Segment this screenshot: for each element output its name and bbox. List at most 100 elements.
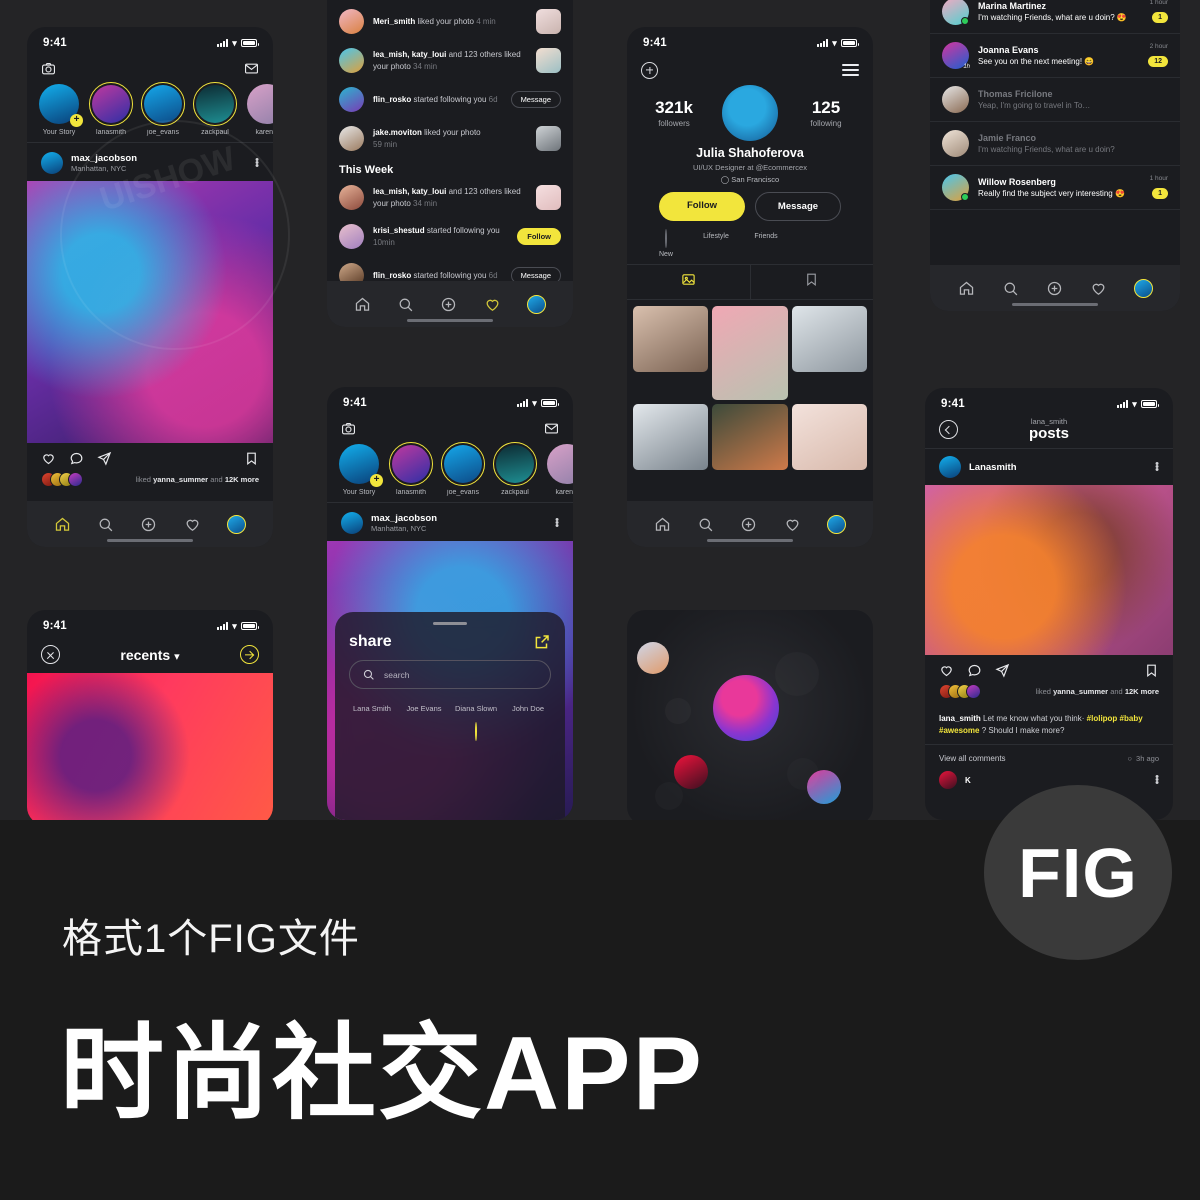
share-person[interactable] <box>401 723 447 741</box>
story-item[interactable]: joe_evans <box>441 442 485 496</box>
follow-button[interactable]: Follow <box>659 192 745 221</box>
highlight-item[interactable]: Lifestyle <box>697 230 735 258</box>
tab-saved[interactable] <box>749 265 874 299</box>
notification-item[interactable]: flin_rosko started following you 6d Mess… <box>327 80 573 119</box>
nav-profile-avatar[interactable] <box>226 514 246 534</box>
post-actions[interactable] <box>925 655 1173 682</box>
more-options-icon[interactable]: • • • <box>1155 458 1159 475</box>
recents-title[interactable]: recents ▾ <box>120 647 179 663</box>
story-item[interactable]: + Your Story <box>337 442 383 496</box>
envelope-icon[interactable] <box>544 421 559 436</box>
nav-home-icon[interactable] <box>354 296 371 313</box>
post-thumbnail[interactable] <box>536 185 561 210</box>
nav-search-icon[interactable] <box>397 296 414 313</box>
post-author-row[interactable]: max_jacobson Manhattan, NYC • • • <box>27 145 273 181</box>
share-person[interactable] <box>505 723 551 741</box>
message-item[interactable]: Thomas Fricilone Yeap, I'm going to trav… <box>930 78 1180 122</box>
bottom-nav[interactable] <box>27 501 273 547</box>
story-item[interactable]: karenni <box>545 442 573 496</box>
nav-profile-avatar[interactable] <box>826 514 846 534</box>
grid-photo[interactable] <box>633 306 709 372</box>
story-item[interactable]: zackpaul <box>493 442 537 496</box>
photo-grid[interactable] <box>627 300 873 476</box>
nav-heart-icon[interactable] <box>184 516 201 533</box>
following-stat[interactable]: 125 following <box>798 98 854 128</box>
share-people-grid[interactable]: Lana Smith Joe Evans Diana Slown John Do… <box>349 700 551 741</box>
camera-icon[interactable] <box>41 61 56 76</box>
share-person[interactable] <box>349 723 395 741</box>
share-icon[interactable] <box>995 663 1010 678</box>
close-icon[interactable] <box>41 645 60 664</box>
followers-stat[interactable]: 321k followers <box>646 98 702 128</box>
notification-item[interactable]: Meri_smith liked your photo 4 min <box>327 2 573 41</box>
grid-photo[interactable] <box>712 306 788 400</box>
envelope-icon[interactable] <box>244 61 259 76</box>
add-story-icon[interactable]: + <box>370 474 383 487</box>
nav-plus-icon[interactable] <box>1046 280 1063 297</box>
message-item[interactable]: Marina Martinez I'm watching Friends, wh… <box>930 0 1180 34</box>
external-link-icon[interactable] <box>533 633 551 651</box>
story-item[interactable]: lanasmith <box>89 82 133 136</box>
more-options-icon[interactable]: • • • <box>555 514 559 531</box>
nav-home-icon[interactable] <box>958 280 975 297</box>
highlight-item[interactable]: Friends <box>747 230 785 258</box>
more-options-icon[interactable]: • • • <box>1155 771 1159 788</box>
nav-heart-icon[interactable] <box>484 296 501 313</box>
view-all-comments[interactable]: View all comments <box>939 754 1006 763</box>
story-highlights[interactable]: New Lifestyle Friends <box>627 221 873 264</box>
nav-search-icon[interactable] <box>697 516 714 533</box>
story-item[interactable]: karenni <box>245 82 273 136</box>
grid-photo[interactable] <box>791 306 867 372</box>
message-item[interactable]: Willow Rosenberg Really find the subject… <box>930 166 1180 210</box>
arrow-right-icon[interactable] <box>239 645 259 664</box>
nav-home-icon[interactable] <box>654 516 671 533</box>
new-highlight-icon[interactable] <box>665 229 667 248</box>
story-item[interactable]: zackpaul <box>193 82 237 136</box>
more-options-icon[interactable]: • • • <box>255 154 259 171</box>
nav-search-icon[interactable] <box>97 516 114 533</box>
message-item[interactable]: Jamie Franco I'm watching Friends, what … <box>930 122 1180 166</box>
sheet-grabber[interactable] <box>433 622 467 625</box>
bubble-avatar[interactable] <box>674 755 708 789</box>
post-thumbnail[interactable] <box>536 126 561 151</box>
message-item[interactable]: 1h Joanna Evans See you on the next meet… <box>930 34 1180 78</box>
comment-icon[interactable] <box>69 451 84 466</box>
grid-photo[interactable] <box>791 404 867 470</box>
notification-item[interactable]: krisi_shestud started following you 10mi… <box>327 217 573 256</box>
stories-row[interactable]: + Your Story lanasmith joe_evans zackpau… <box>327 440 573 500</box>
notification-item[interactable]: lea_mish, katy_loui and 123 others liked… <box>327 41 573 80</box>
bottom-nav[interactable] <box>327 281 573 327</box>
comment-icon[interactable] <box>967 663 982 678</box>
notification-item[interactable]: jake.moviton liked your photo 59 min <box>327 119 573 158</box>
post-thumbnail[interactable] <box>536 48 561 73</box>
bookmark-icon[interactable] <box>244 451 259 466</box>
view-comments-row[interactable]: View all comments ○ 3h ago <box>925 744 1173 763</box>
highlight-item[interactable]: New <box>647 229 685 258</box>
bubble-avatar-main[interactable] <box>713 675 779 741</box>
post-author-row[interactable]: max_jacobson Manhattan, NYC • • • <box>327 505 573 541</box>
share-person[interactable]: Lana Smith <box>349 700 395 713</box>
add-story-icon[interactable]: + <box>70 114 83 127</box>
post-actions[interactable] <box>27 443 273 470</box>
nav-heart-icon[interactable] <box>1090 280 1107 297</box>
message-button[interactable]: Message <box>510 91 561 108</box>
comment-row[interactable]: K • • • <box>925 763 1173 789</box>
like-icon[interactable] <box>41 451 56 466</box>
profile-actions[interactable]: Follow Message <box>627 192 873 221</box>
tab-grid[interactable] <box>627 265 750 299</box>
stories-row[interactable]: + Your Story lanasmith joe_evans zackpau… <box>27 80 273 140</box>
camera-icon[interactable] <box>341 421 356 436</box>
nav-profile-avatar[interactable] <box>526 294 546 314</box>
post-author-row[interactable]: Lanasmith • • • <box>925 448 1173 485</box>
nav-plus-icon[interactable] <box>740 516 757 533</box>
search-input[interactable]: search <box>349 660 551 689</box>
like-icon[interactable] <box>939 663 954 678</box>
nav-plus-icon[interactable] <box>140 516 157 533</box>
nav-profile-avatar[interactable] <box>1133 278 1153 298</box>
nav-heart-icon[interactable] <box>784 516 801 533</box>
recents-photo[interactable] <box>27 673 273 823</box>
post-thumbnail[interactable] <box>536 9 561 34</box>
share-person[interactable] <box>453 722 499 741</box>
profile-tabs[interactable] <box>627 264 873 300</box>
bookmark-icon[interactable] <box>1144 663 1159 678</box>
